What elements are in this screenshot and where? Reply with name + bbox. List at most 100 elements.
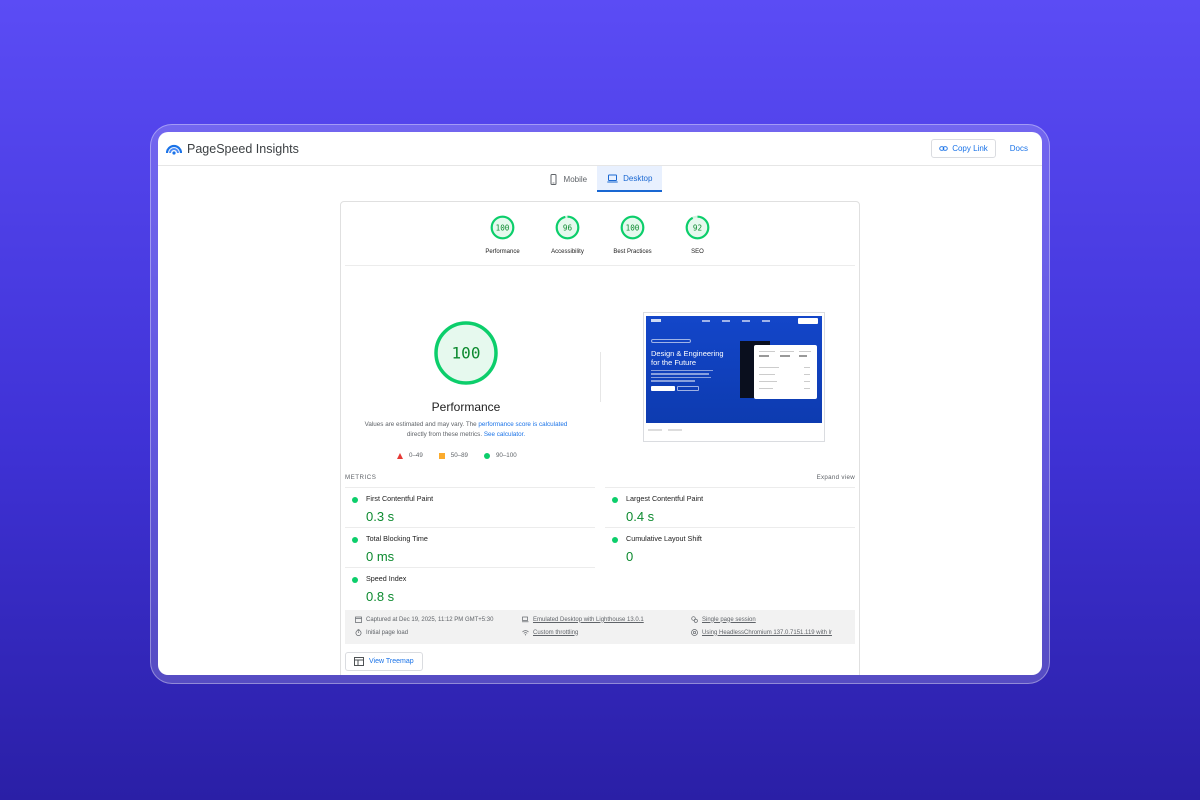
performance-note: Values are estimated and may vary. The p…: [361, 420, 571, 440]
circle-icon: [483, 452, 490, 459]
emulated-desktop[interactable]: Emulated Desktop with Lighthouse 13.0.1: [522, 616, 644, 623]
devices-icon: [522, 616, 529, 623]
final-screenshot[interactable]: Design & Engineering for the Future: [643, 312, 825, 442]
see-calculator-link[interactable]: See calculator.: [484, 431, 525, 438]
screenshot-dashboard: [754, 345, 817, 399]
metric-name: Cumulative Layout Shift: [626, 534, 702, 543]
score-value: 100: [626, 224, 640, 233]
screenshot-nav: [646, 316, 822, 326]
score-ring: 92: [685, 215, 710, 240]
view-treemap-button[interactable]: View Treemap: [345, 652, 423, 671]
score-label: SEO: [691, 249, 704, 255]
screenshot-hero: Design & Engineering for the Future: [646, 316, 822, 423]
metric-largest-contentful-paint: Largest Contentful Paint 0.4 s: [605, 487, 855, 527]
device-tabs: Mobile Desktop: [158, 166, 1042, 192]
metric-cumulative-layout-shift: Cumulative Layout Shift 0: [605, 527, 855, 567]
tab-mobile-label: Mobile: [563, 174, 588, 184]
screenshot-headline: Design & Engineering for the Future: [651, 349, 724, 367]
note-middle: directly from these metrics.: [406, 431, 484, 438]
metrics-header: METRICS Expand view: [345, 474, 855, 481]
metric-value: 0.8 s: [366, 589, 395, 604]
legend-average-label: 50–89: [450, 452, 468, 459]
score-value: 96: [563, 224, 573, 233]
expand-view-toggle[interactable]: Expand view: [817, 474, 855, 481]
triangle-icon: [397, 452, 403, 459]
copy-link-label: Copy Link: [952, 144, 988, 153]
metric-name: Largest Contentful Paint: [626, 494, 704, 503]
session-icon: [691, 616, 698, 623]
metric-value: 0.4 s: [626, 509, 655, 524]
pass-dot-icon: [352, 537, 358, 543]
copy-link-button[interactable]: Copy Link: [931, 139, 996, 158]
custom-throttling[interactable]: Custom throttling: [522, 629, 578, 636]
legend-pass-label: 90–100: [495, 452, 517, 459]
chrome-icon: [691, 629, 698, 636]
legend-pass: 90–100: [483, 452, 517, 459]
report-card: 100 Performance 96 Accessibility 100 Best Pra…: [340, 201, 860, 675]
score-value: 100: [496, 224, 510, 233]
metric-name: Speed Index: [366, 574, 407, 583]
metric-value: 0.3 s: [366, 509, 395, 524]
screenshot-logo: [651, 319, 661, 322]
app-logo[interactable]: PageSpeed Insights: [166, 142, 299, 156]
legend-average: 50–89: [438, 452, 468, 459]
tab-mobile[interactable]: Mobile: [538, 166, 598, 192]
score-gauges: 100 Performance 96 Accessibility 100 Best Pra…: [345, 202, 855, 266]
score-legend: 0–49 50–89 90–100: [397, 452, 517, 459]
score-ring: 96: [555, 215, 580, 240]
treemap-icon: [354, 657, 364, 666]
initial-page-load: Initial page load: [355, 629, 408, 636]
metric-name: First Contentful Paint: [366, 494, 434, 503]
metrics-right-column: Largest Contentful Paint 0.4 s Cumulativ…: [605, 487, 855, 567]
view-treemap-label: View Treemap: [369, 658, 414, 665]
wifi-icon: [522, 630, 529, 636]
pass-dot-icon: [352, 577, 358, 583]
metric-first-contentful-paint: First Contentful Paint 0.3 s: [345, 487, 595, 527]
score-ring: 100: [490, 215, 515, 240]
captured-at: Captured at Dec 19, 2025, 11:12 PM GMT+5…: [355, 616, 493, 623]
metric-total-blocking-time: Total Blocking Time 0 ms: [345, 527, 595, 567]
metrics-heading: METRICS: [345, 474, 377, 481]
legend-fail: 0–49: [397, 452, 423, 459]
link-icon: [939, 146, 948, 151]
score-label: Accessibility: [551, 249, 584, 255]
browser-info[interactable]: Using HeadlessChromium 137.0.7151.119 wi…: [691, 629, 832, 636]
tab-desktop-label: Desktop: [623, 173, 653, 183]
pagespeed-logo-icon: [166, 144, 182, 155]
performance-score: 100: [452, 344, 481, 363]
metric-name: Total Blocking Time: [366, 534, 428, 543]
square-icon: [438, 452, 445, 459]
phone-icon: [550, 173, 557, 185]
timer-icon: [355, 629, 362, 636]
runtime-info: Captured at Dec 19, 2025, 11:12 PM GMT+5…: [345, 610, 855, 644]
score-calculated-link[interactable]: performance score is calculated: [478, 421, 567, 428]
note-prefix: Values are estimated and may vary. The: [364, 421, 479, 428]
score-label: Best Practices: [613, 249, 652, 255]
metric-value: 0: [626, 549, 634, 564]
top-bar: PageSpeed Insights Copy Link Docs: [158, 132, 1042, 166]
score-ring: 100: [620, 215, 645, 240]
single-page-session[interactable]: Single page session: [691, 616, 756, 623]
calendar-icon: [355, 616, 362, 623]
app-title: PageSpeed Insights: [187, 141, 299, 156]
score-value: 92: [693, 224, 702, 233]
score-gauge-seo[interactable]: 92 SEO: [676, 214, 720, 265]
pass-dot-icon: [612, 537, 618, 543]
docs-link[interactable]: Docs: [1004, 140, 1034, 157]
score-gauge-best-practices[interactable]: 100 Best Practices: [611, 214, 655, 265]
tab-desktop[interactable]: Desktop: [597, 166, 663, 192]
metric-value: 0 ms: [366, 549, 395, 564]
section-divider: [600, 352, 601, 402]
score-label: Performance: [485, 249, 520, 255]
metrics-left-column: First Contentful Paint 0.3 s Total Block…: [345, 487, 595, 607]
score-gauge-accessibility[interactable]: 96 Accessibility: [546, 214, 590, 265]
pass-dot-icon: [352, 497, 358, 503]
screenshot-nav-button: [798, 318, 818, 324]
legend-fail-label: 0–49: [409, 452, 423, 459]
laptop-icon: [607, 174, 618, 183]
browser-window: PageSpeed Insights Copy Link Docs Mobile: [158, 132, 1042, 675]
pass-dot-icon: [612, 497, 618, 503]
performance-gauge: 100: [434, 321, 498, 385]
score-gauge-performance[interactable]: 100 Performance: [481, 214, 525, 265]
metric-speed-index: Speed Index 0.8 s: [345, 567, 595, 607]
